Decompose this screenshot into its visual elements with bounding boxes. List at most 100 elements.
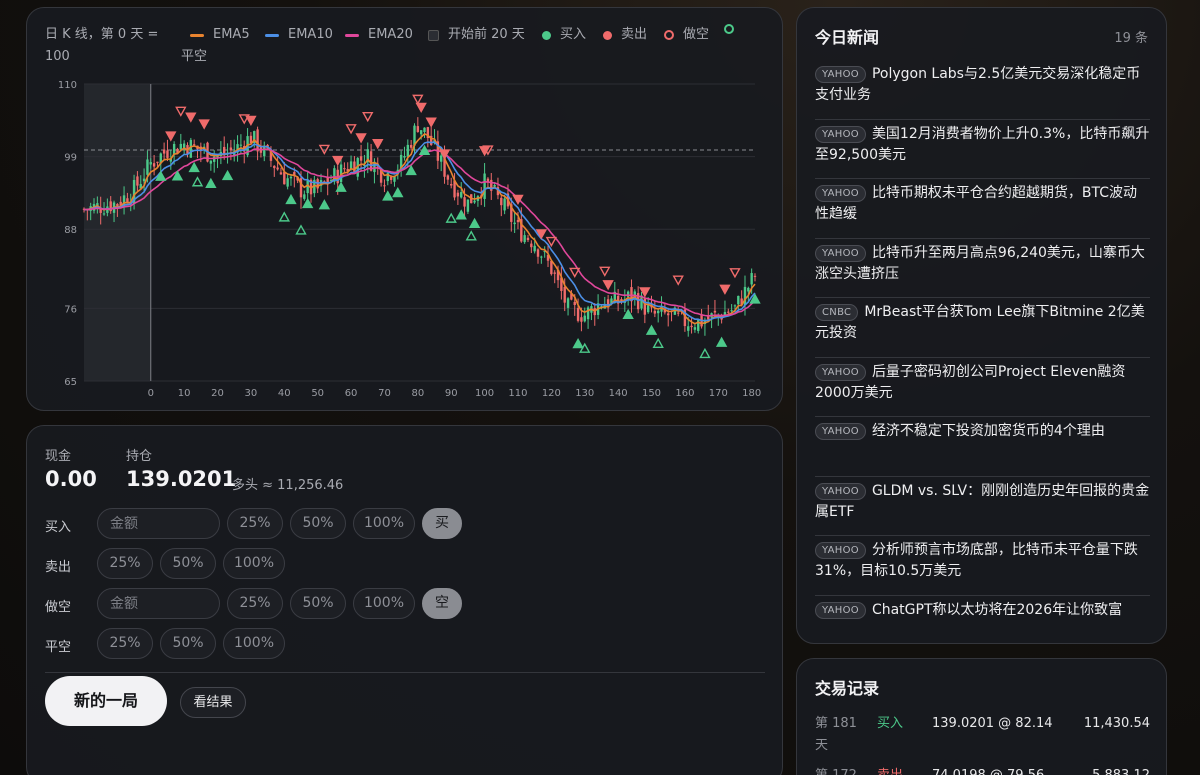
candle-body <box>279 172 283 175</box>
view-result-button[interactable]: 看结果 <box>180 687 246 718</box>
news-source-badge: YAHOO <box>815 601 866 619</box>
sell-marker <box>415 102 427 114</box>
legend-ema20[interactable]: EMA20 <box>345 24 413 46</box>
candle-body <box>526 237 530 241</box>
short-button[interactable]: 空 <box>422 588 462 619</box>
sell-100-button[interactable]: 100% <box>223 548 285 579</box>
buy-button[interactable]: 买 <box>422 508 462 539</box>
news-item[interactable]: YAHOO 比特币期权未平仓合约超越期货，BTC波动性趋缓 <box>815 179 1150 239</box>
candle-body <box>439 155 443 162</box>
buy-amount-input[interactable] <box>97 508 220 539</box>
buy-100-button[interactable]: 100% <box>353 508 415 539</box>
sell-25-button[interactable]: 25% <box>97 548 153 579</box>
news-source-badge: YAHOO <box>815 125 866 143</box>
legend-ring-icon <box>664 30 674 40</box>
candle-body <box>713 310 717 313</box>
candle-body <box>566 298 570 308</box>
candle-body <box>727 311 730 313</box>
y-tick-label: 99 <box>64 153 77 164</box>
news-source-badge: YAHOO <box>815 244 866 262</box>
news-item[interactable]: YAHOO 比特币升至两月高点96,240美元，山寨币大涨空头遭挤压 <box>815 239 1150 298</box>
short-25-button[interactable]: 25% <box>227 588 283 619</box>
buy-50-button[interactable]: 50% <box>290 508 346 539</box>
trade-log-quantity: 139.0201 @ 82.14 <box>932 716 1053 731</box>
candle-body <box>583 315 586 322</box>
x-tick-label: 160 <box>675 388 694 399</box>
candle-body <box>747 287 750 292</box>
buy-marker <box>382 190 394 201</box>
sell-marker <box>165 131 177 142</box>
short-marker <box>318 144 331 155</box>
news-item[interactable]: YAHOO 经济不稳定下投资加密货币的4个理由 <box>815 417 1150 477</box>
short-100-button[interactable]: 100% <box>353 588 415 619</box>
short-50-button[interactable]: 50% <box>290 588 346 619</box>
candle-body <box>406 144 410 157</box>
legend-ema5[interactable]: EMA5 <box>190 24 250 46</box>
candle-body <box>286 178 289 187</box>
candle-body <box>516 220 520 223</box>
x-tick-label: 140 <box>609 388 628 399</box>
legend-pre-start[interactable]: 开始前 20 天 <box>428 24 525 46</box>
news-item[interactable]: CNBC MrBeast平台获Tom Lee旗下Bitmine 2亿美元投资 <box>815 298 1150 358</box>
candle-body <box>209 160 213 164</box>
ema-line-ema20 <box>84 148 756 317</box>
trade-log-day: 第 172 天 <box>815 765 865 775</box>
news-source-badge: YAHOO <box>815 66 866 83</box>
buy-25-button[interactable]: 25% <box>227 508 283 539</box>
news-item[interactable]: YAHOO Polygon Labs与2.5亿美元交易深化稳定币支付业务 <box>815 60 1150 120</box>
news-item[interactable]: YAHOO GLDM vs. SLV：刚刚创造历史年回报的贵金属ETF <box>815 477 1150 536</box>
trade-log-quantity: 74.0198 @ 79.56 <box>932 765 1044 775</box>
x-tick-label: 0 <box>148 388 154 399</box>
candle-body <box>212 156 216 162</box>
candle-body <box>513 222 516 225</box>
short-marker <box>175 106 187 117</box>
legend-cover-marker[interactable] <box>724 24 743 34</box>
news-source-badge: YAHOO <box>815 363 866 381</box>
short-marker <box>345 124 357 135</box>
candle-body <box>753 275 757 277</box>
short-marker <box>599 266 611 277</box>
legend-ema10[interactable]: EMA10 <box>265 24 333 46</box>
short-marker <box>412 94 424 105</box>
buy-marker <box>205 177 217 188</box>
legend-sell[interactable]: 卖出 <box>603 24 647 46</box>
new-game-button[interactable]: 新的一局 <box>45 676 167 726</box>
news-title: 今日新闻 <box>815 28 880 47</box>
short-marker <box>362 111 374 123</box>
news-item[interactable]: YAHOO 分析师预言市场底部，比特币未平仓量下跌31%，目标10.5万美元 <box>815 536 1150 596</box>
x-tick-label: 80 <box>411 388 424 399</box>
candle-body <box>393 176 396 182</box>
buy-marker <box>221 169 234 181</box>
news-source-badge: YAHOO <box>815 542 866 559</box>
legend-cover[interactable]: 平空 <box>181 46 207 68</box>
sell-marker <box>185 112 197 123</box>
legend-dot-icon <box>603 30 612 40</box>
sell-50-button[interactable]: 50% <box>160 548 216 579</box>
cover-25-button[interactable]: 25% <box>97 628 153 659</box>
cash-label: 现金 <box>45 449 72 464</box>
trade-log-amount: 5,883.12 <box>1092 765 1150 775</box>
candle-body <box>690 325 693 328</box>
candle-body <box>466 199 470 212</box>
short-amount-input[interactable] <box>97 588 220 619</box>
legend-short[interactable]: 做空 <box>664 24 709 46</box>
candle-body <box>239 144 243 146</box>
trade-log-row: 第 172 天 卖出 74.0198 @ 79.56 5,883.12 <box>815 765 1150 775</box>
news-source-badge: YAHOO <box>815 423 866 440</box>
cover-marker <box>465 230 477 241</box>
buy-marker <box>715 336 728 347</box>
cover-marker <box>278 211 290 222</box>
x-tick-label: 170 <box>709 388 728 399</box>
news-item[interactable]: YAHOO 美国12月消费者物价上升0.3%，比特币飙升至92,500美元 <box>815 120 1150 179</box>
candle-body <box>536 249 540 257</box>
cover-50-button[interactable]: 50% <box>160 628 216 659</box>
ema-line-ema10 <box>83 141 756 322</box>
news-item[interactable]: YAHOO ChatGPT称以太坊将在2026年让你致富 <box>815 596 1150 644</box>
candle-body <box>503 198 506 211</box>
news-item[interactable]: YAHOO 后量子密码初创公司Project Eleven融资2000万美元 <box>815 358 1150 417</box>
candle-body <box>273 165 276 169</box>
buy-marker <box>468 217 481 229</box>
cover-100-button[interactable]: 100% <box>223 628 285 659</box>
candle-body <box>189 139 193 158</box>
legend-buy[interactable]: 买入 <box>542 24 586 46</box>
